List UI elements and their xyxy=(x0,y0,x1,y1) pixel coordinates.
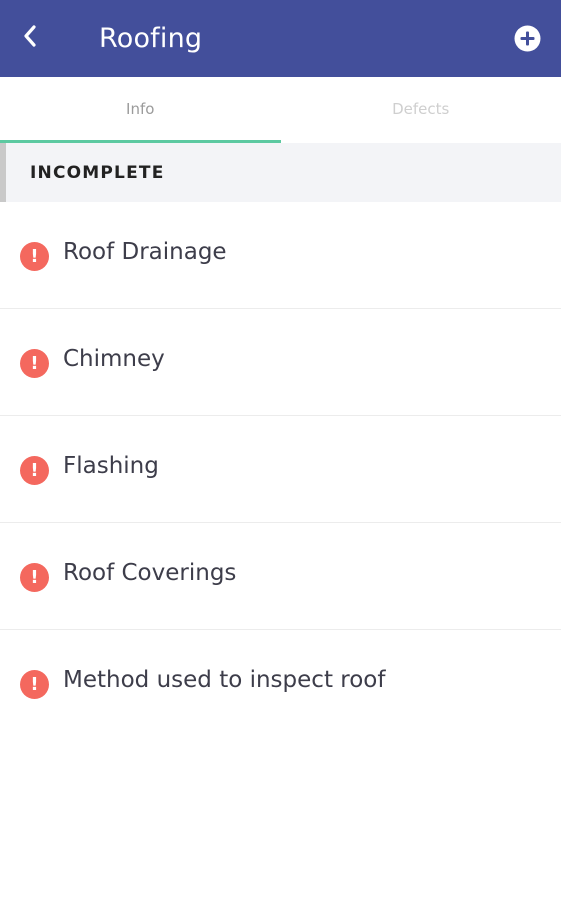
list-item-chimney[interactable]: ! Chimney xyxy=(0,309,561,416)
tab-bar: Info Defects xyxy=(0,77,561,143)
alert-icon: ! xyxy=(20,670,49,699)
alert-icon: ! xyxy=(20,563,49,592)
tab-info-label: Info xyxy=(126,100,155,118)
list-item-inspection-method[interactable]: ! Method used to inspect roof xyxy=(0,630,561,737)
tab-info[interactable]: Info xyxy=(0,77,281,143)
list-item-label: Method used to inspect roof xyxy=(63,667,386,693)
tab-defects[interactable]: Defects xyxy=(281,77,561,143)
list-item-label: Flashing xyxy=(63,453,159,479)
section-title: INCOMPLETE xyxy=(30,162,165,183)
list-item-label: Chimney xyxy=(63,346,165,372)
top-bar: Roofing xyxy=(0,0,561,77)
alert-icon: ! xyxy=(20,456,49,485)
list-item-label: Roof Coverings xyxy=(63,560,237,586)
plus-circle-icon xyxy=(514,25,541,56)
chevron-left-icon xyxy=(22,24,38,52)
page-title: Roofing xyxy=(99,23,203,54)
back-button[interactable] xyxy=(14,22,46,54)
app-screen: Roofing Info Defects INCOMPLETE ! Roof D… xyxy=(0,0,561,900)
list-item-label: Roof Drainage xyxy=(63,239,227,265)
alert-icon: ! xyxy=(20,242,49,271)
section-header: INCOMPLETE xyxy=(0,143,561,202)
item-list: ! Roof Drainage ! Chimney ! Flashing ! R… xyxy=(0,202,561,737)
tab-defects-label: Defects xyxy=(392,100,450,118)
list-item-roof-drainage[interactable]: ! Roof Drainage xyxy=(0,202,561,309)
list-item-flashing[interactable]: ! Flashing xyxy=(0,416,561,523)
list-item-roof-coverings[interactable]: ! Roof Coverings xyxy=(0,523,561,630)
add-button[interactable] xyxy=(513,25,541,56)
alert-icon: ! xyxy=(20,349,49,378)
